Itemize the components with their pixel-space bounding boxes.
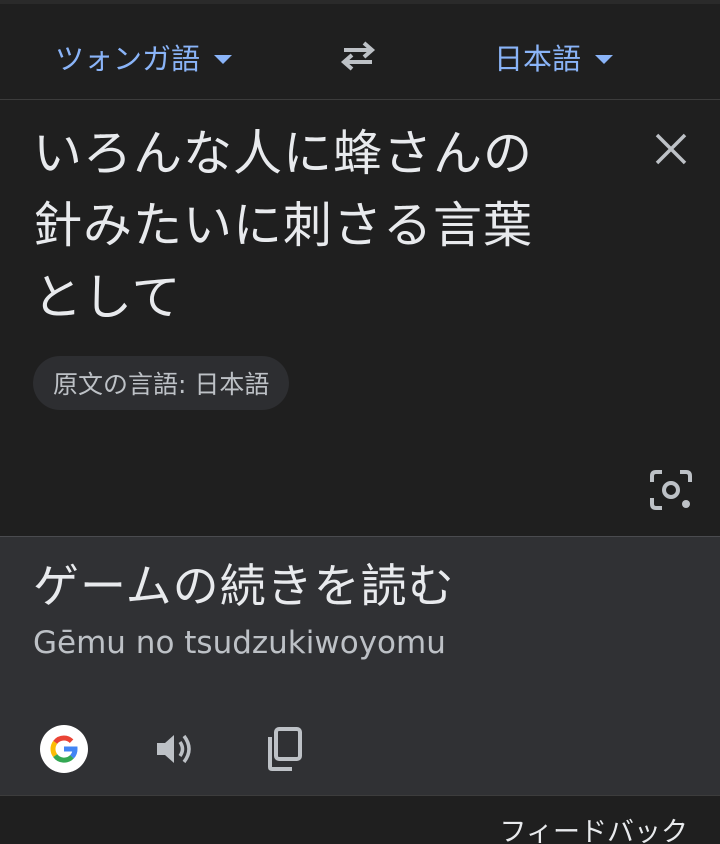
camera-lens-icon (650, 470, 692, 510)
translation-text[interactable]: ゲームの続きを読む (33, 555, 455, 617)
clear-text-button[interactable] (650, 128, 692, 170)
source-text-line: いろんな人に蜂さんの (33, 125, 534, 182)
feedback-link[interactable]: フィードバック (500, 810, 688, 844)
footer: フィードバック (0, 795, 720, 844)
target-language-label: 日本語 (494, 42, 582, 76)
detected-language-chip[interactable]: 原文の言語: 日本語 (33, 356, 290, 410)
translate-screen: ツォンガ語 日本語 いろんな人に蜂さんの 針みたいに刺さる言葉 として 原文の言… (0, 0, 720, 844)
camera-lens-button[interactable] (646, 466, 696, 514)
google-g-icon (40, 725, 88, 773)
detected-language-label: 原文の言語: 日本語 (53, 370, 270, 399)
source-language-button[interactable]: ツォンガ語 (55, 34, 233, 80)
source-text-area[interactable]: いろんな人に蜂さんの 針みたいに刺さる言葉 として 原文の言語: 日本語 (0, 100, 720, 536)
target-language-button[interactable]: 日本語 (494, 34, 614, 80)
close-icon (655, 133, 687, 165)
source-language-label: ツォンガ語 (55, 42, 201, 76)
google-search-button[interactable] (38, 723, 90, 775)
source-text-line: 針みたいに刺さる言葉 (33, 197, 534, 254)
swap-icon (340, 41, 376, 71)
source-text-line: として (33, 269, 182, 326)
source-language-dropdown-icon (214, 54, 233, 64)
source-text[interactable]: いろんな人に蜂さんの 針みたいに刺さる言葉 として (33, 118, 613, 334)
language-bar: ツォンガ語 日本語 (0, 4, 720, 100)
swap-languages-button[interactable] (336, 34, 380, 78)
copy-icon (268, 727, 302, 771)
listen-button[interactable] (148, 723, 200, 775)
romanization-text: Gēmu no tsudzukiwoyomu (33, 625, 446, 661)
copy-button[interactable] (258, 723, 310, 775)
target-language-dropdown-icon (595, 54, 614, 64)
translation-result-card: ゲームの続きを読む Gēmu no tsudzukiwoyomu (0, 536, 720, 795)
speaker-icon (157, 734, 191, 764)
